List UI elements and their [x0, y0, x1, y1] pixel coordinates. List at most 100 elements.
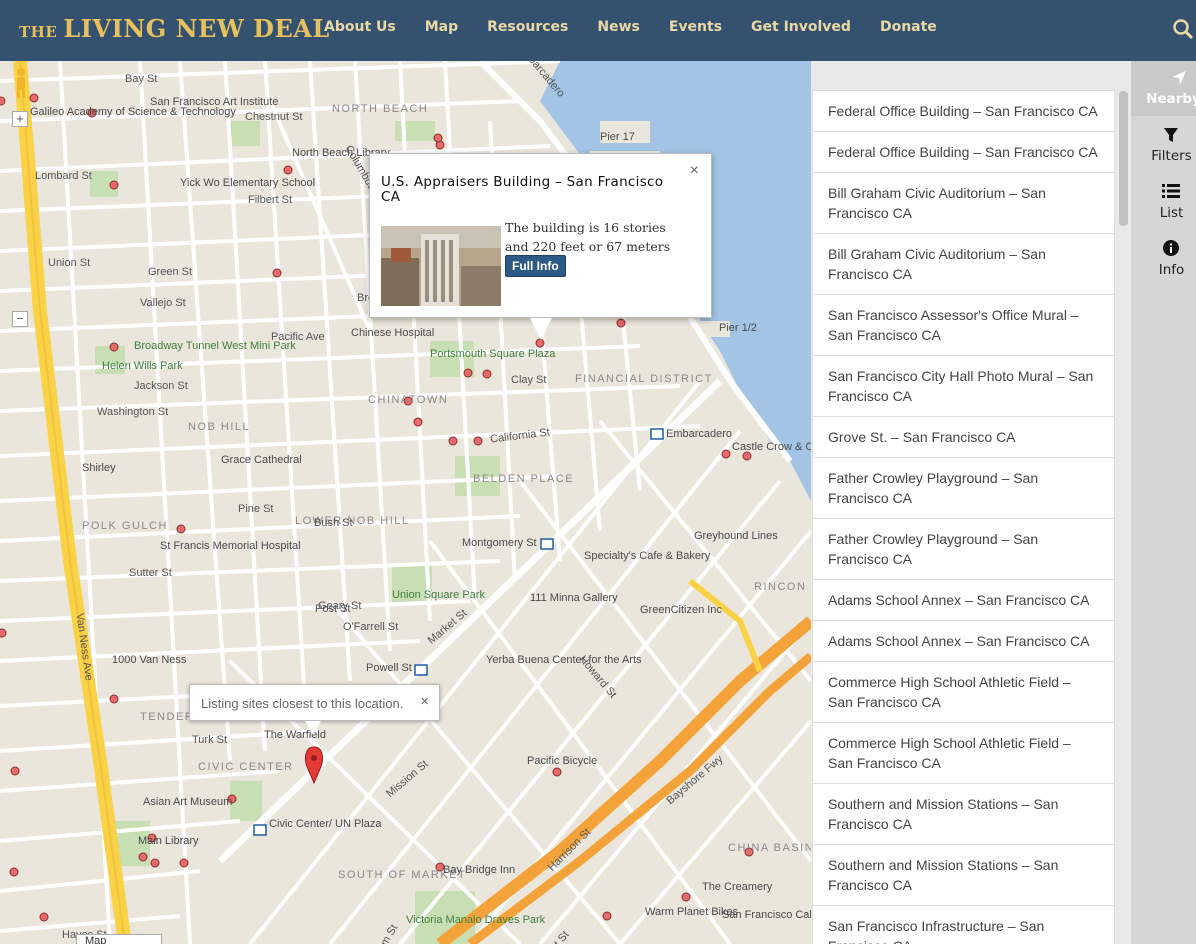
street-label: Pacific Ave [271, 331, 325, 343]
street-label: Bay St [125, 73, 158, 85]
filters-button[interactable]: Filters [1131, 118, 1196, 173]
street-label: Turk St [192, 734, 228, 746]
nearby-tooltip-text: Listing sites closest to this location. [201, 696, 404, 711]
info-window-close-icon[interactable]: × [690, 162, 699, 180]
place-label: Yick Wo Elementary School [180, 177, 316, 189]
list-button[interactable]: List [1131, 175, 1196, 230]
place-label: Greyhound Lines [694, 530, 778, 542]
district-label: NORTH BEACH [332, 103, 429, 115]
list-item[interactable]: Commerce High School Athletic Field – Sa… [812, 662, 1115, 723]
nearby-label: Nearby [1146, 91, 1196, 107]
search-icon[interactable] [1172, 18, 1194, 40]
site-logo[interactable]: THE LIVING NEW DEAL [19, 14, 330, 43]
full-info-button[interactable]: Full Info [505, 255, 566, 277]
street-label: Lombard St [35, 170, 92, 182]
district-label: BELDEN PLACE [473, 473, 575, 485]
street-label: Washington St [97, 406, 169, 418]
nearby-button[interactable]: Nearby [1131, 61, 1196, 116]
zoom-control: + − [12, 111, 28, 331]
park-label: Portsmouth Square Plaza [430, 348, 556, 360]
list-item[interactable]: Southern and Mission Stations – San Fran… [812, 845, 1115, 906]
info-circle-icon [1163, 240, 1179, 256]
list-item[interactable]: Bill Graham Civic Auditorium – San Franc… [812, 173, 1115, 234]
street-label: O'Farrell St [343, 621, 399, 633]
place-label: GreenCitizen Inc [640, 604, 722, 616]
list-item[interactable]: Bill Graham Civic Auditorium – San Franc… [812, 234, 1115, 295]
place-label: Pier 17 [600, 131, 635, 143]
results-list: Federal Office Building – San Francisco … [812, 90, 1115, 944]
info-label: Info [1158, 262, 1185, 278]
street-label: Filbert St [248, 194, 293, 206]
place-label: Asian Art Museum [143, 796, 233, 808]
street-label: Clay St [511, 374, 547, 386]
place-label: Montgomery St [462, 537, 537, 549]
list-item[interactable]: Father Crowley Playground – San Francisc… [812, 458, 1115, 519]
zoom-out-button[interactable]: − [12, 311, 28, 327]
place-label: Yerba Buena Center for the Arts [486, 654, 642, 666]
nav-get-involved[interactable]: Get Involved [751, 19, 851, 35]
building-thumbnail [381, 226, 501, 306]
street-label: Sutter St [129, 567, 172, 579]
street-label: Geary St [318, 600, 362, 612]
list-item[interactable]: San Francisco City Hall Photo Mural – Sa… [812, 356, 1115, 417]
filter-icon [1164, 128, 1178, 142]
list-item[interactable]: San Francisco Assessor's Office Mural – … [812, 295, 1115, 356]
list-item[interactable]: Federal Office Building – San Francisco … [812, 90, 1115, 132]
place-label: The Creamery [702, 881, 773, 893]
street-label: Chestnut St [245, 111, 303, 123]
list-item[interactable]: San Francisco Infrastructure – San Franc… [812, 906, 1115, 944]
list-item[interactable]: Southern and Mission Stations – San Fran… [812, 784, 1115, 845]
park-label: Union Square Park [392, 589, 485, 601]
info-window-pointer [530, 318, 552, 340]
map-sidebar: Nearby Filters List Info [1131, 61, 1196, 944]
place-label: Pier 1/2 [719, 322, 757, 334]
zoom-in-button[interactable]: + [12, 111, 28, 127]
place-label: San Francisco Caltrain [722, 909, 811, 921]
street-label: Union St [48, 257, 91, 269]
results-scrollbar[interactable] [1119, 91, 1128, 226]
list-item[interactable]: Father Crowley Playground – San Francisc… [812, 519, 1115, 580]
district-label: POLK GULCH [82, 520, 168, 532]
street-view-pegman-icon[interactable] [12, 66, 30, 100]
street-label: Bush St [314, 517, 353, 529]
place-label: St Francis Memorial Hospital [160, 540, 301, 552]
nav-map[interactable]: Map [425, 19, 458, 35]
place-label: 111 Minna Gallery [530, 592, 618, 604]
place-label: Chinese Hospital [351, 327, 435, 339]
list-item[interactable]: Grove St. – San Francisco CA [812, 417, 1115, 458]
info-button[interactable]: Info [1131, 232, 1196, 287]
park-label: Victoria Manalo Draves Park [406, 914, 546, 926]
list-item[interactable]: Adams School Annex – San Francisco CA [812, 580, 1115, 621]
tooltip-close-icon[interactable]: × [420, 693, 429, 710]
place-label: Main Library [138, 835, 199, 847]
nav-resources[interactable]: Resources [487, 19, 568, 35]
nav-news[interactable]: News [597, 19, 639, 35]
list-item[interactable]: Commerce High School Athletic Field – Sa… [812, 723, 1115, 784]
district-label: RINCON HILL [754, 581, 811, 593]
info-window: × U.S. Appraisers Building – San Francis… [369, 153, 712, 340]
nav-events[interactable]: Events [669, 19, 722, 35]
map-canvas[interactable]: NORTH BEACH CHINATOWN NOB HILL FINANCIAL… [0, 61, 811, 944]
list-label: List [1159, 205, 1184, 221]
logo-main: LIVING NEW DEAL [63, 14, 330, 43]
district-label: NOB HILL [188, 421, 251, 433]
nav-donate[interactable]: Donate [880, 19, 937, 35]
place-label: Castle Crow & Company [732, 441, 811, 453]
place-label: Shirley [82, 462, 116, 474]
logo-the: THE [19, 23, 58, 41]
nav-about-us[interactable]: About Us [324, 19, 396, 35]
street-label: Jackson St [134, 380, 188, 392]
tooltip-pointer [305, 721, 321, 735]
place-label: Embarcadero [666, 428, 733, 440]
list-item[interactable]: Federal Office Building – San Francisco … [812, 132, 1115, 173]
map-type-select[interactable]: Map [76, 934, 162, 944]
info-window-title: U.S. Appraisers Building – San Francisco… [381, 174, 664, 205]
list-icon [1162, 184, 1180, 198]
district-label: FINANCIAL DISTRICT [575, 373, 713, 385]
park-label: Helen Wills Park [102, 360, 183, 372]
street-label: Pine St [238, 503, 274, 515]
filters-label: Filters [1151, 148, 1192, 164]
list-item[interactable]: Adams School Annex – San Francisco CA [812, 621, 1115, 662]
nearby-tooltip: Listing sites closest to this location. … [189, 684, 440, 735]
place-label: Powell St [366, 662, 412, 674]
